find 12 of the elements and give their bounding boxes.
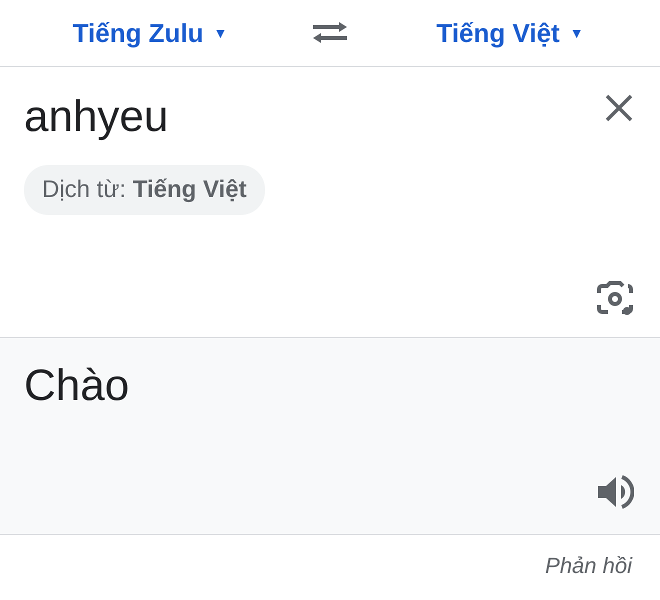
speaker-icon — [596, 474, 634, 510]
detected-language-chip[interactable]: Dịch từ: Tiếng Việt — [24, 165, 265, 216]
camera-button[interactable] — [596, 281, 634, 317]
listen-button[interactable] — [596, 474, 634, 510]
source-text[interactable]: anhyeu — [24, 93, 168, 142]
close-button[interactable] — [604, 93, 634, 123]
close-icon — [604, 93, 634, 123]
translated-text: Chào — [24, 362, 130, 410]
camera-lens-icon — [596, 281, 634, 317]
feedback-link[interactable]: Phản hồi — [545, 553, 632, 579]
source-language-button[interactable]: Tiếng Zulu ▼ — [64, 14, 236, 52]
target-language-button[interactable]: Tiếng Việt ▼ — [428, 14, 592, 52]
